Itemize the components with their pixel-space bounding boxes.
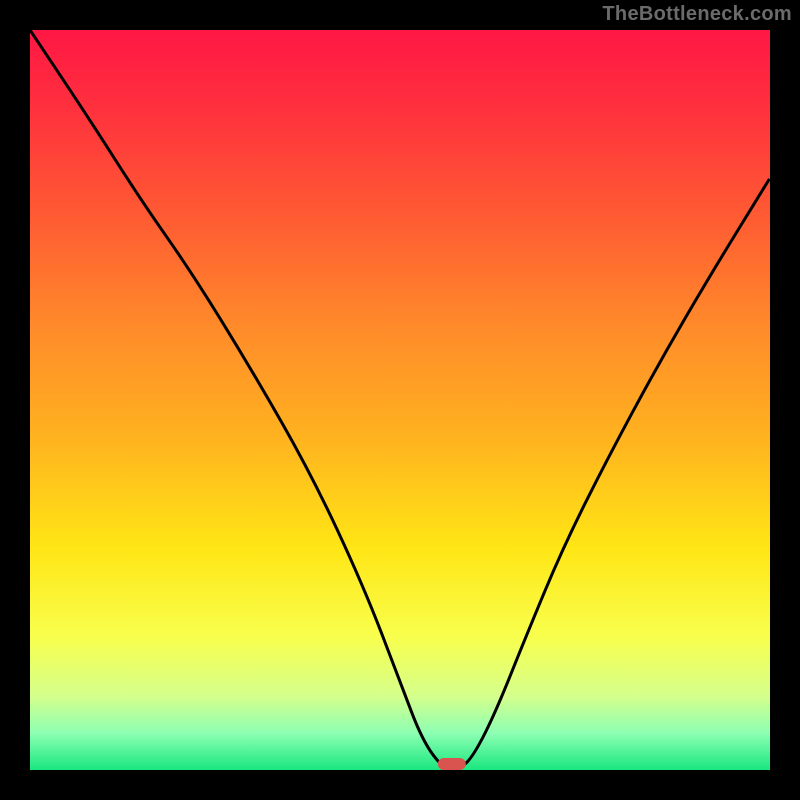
watermark-text: TheBottleneck.com: [602, 3, 792, 26]
chart-container: TheBottleneck.com: [0, 0, 800, 800]
plot-area: [30, 30, 770, 770]
optimum-marker: [438, 758, 466, 770]
gradient-background: [30, 30, 770, 770]
bottleneck-chart-svg: [30, 30, 770, 770]
